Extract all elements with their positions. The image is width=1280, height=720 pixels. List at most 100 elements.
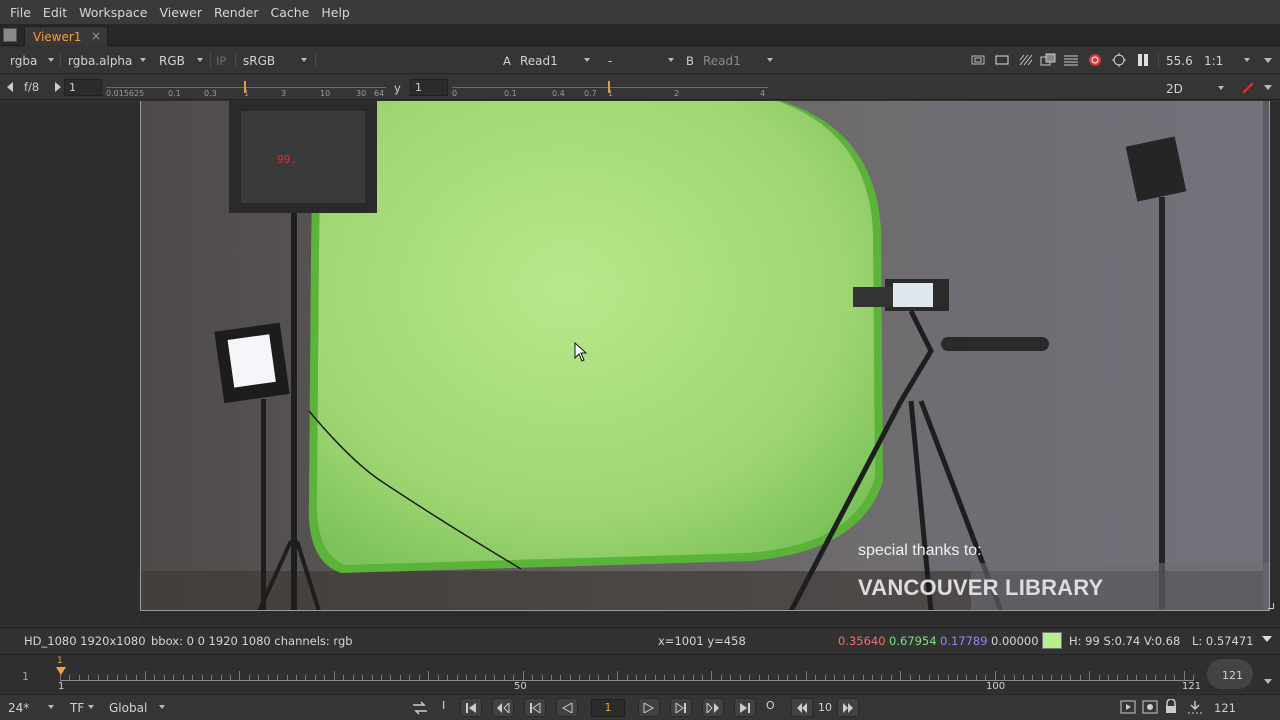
chevron-down-icon[interactable] xyxy=(1264,679,1272,684)
timeline-tick xyxy=(1165,675,1166,680)
timecode-format-dropdown[interactable]: TF xyxy=(64,698,98,717)
chevron-down-icon[interactable] xyxy=(1264,58,1272,63)
a-input-label: A xyxy=(503,54,511,68)
tick-label: 10 xyxy=(320,89,331,98)
alpha-channel-dropdown[interactable]: rgba.alpha xyxy=(62,51,150,70)
mouse-cursor-icon xyxy=(574,342,588,362)
menu-viewer[interactable]: Viewer xyxy=(153,5,208,20)
menu-render[interactable]: Render xyxy=(208,5,265,20)
fps-dropdown[interactable]: 24* xyxy=(2,698,58,717)
timeline-tick xyxy=(268,675,269,680)
colorspace-dropdown[interactable]: RGB xyxy=(153,51,207,70)
set-in-point-button[interactable]: I xyxy=(442,699,445,712)
next-keyframe-button[interactable] xyxy=(702,698,724,717)
timeline-tick xyxy=(1089,671,1090,680)
chevron-down-icon xyxy=(668,58,674,62)
menu-cache[interactable]: Cache xyxy=(264,5,315,20)
loop-mode-icon[interactable] xyxy=(410,700,430,716)
timeline-tick xyxy=(447,675,448,680)
timeline-tick xyxy=(353,675,354,680)
b-input-dropdown[interactable]: Read1 xyxy=(697,51,777,70)
flipbook-icon[interactable] xyxy=(1120,700,1136,714)
end-frame-field[interactable]: 121 xyxy=(1214,699,1254,717)
timeline-tick xyxy=(1014,675,1015,680)
play-forward-button[interactable] xyxy=(638,698,660,717)
timeline-tick xyxy=(173,675,174,680)
chevron-down-icon[interactable] xyxy=(1264,85,1272,90)
timeline-track[interactable] xyxy=(60,663,1194,683)
view-mode-dropdown[interactable]: 2D xyxy=(1160,79,1228,98)
viewer-lut-dropdown[interactable]: sRGB xyxy=(237,51,311,70)
frame-range-dropdown[interactable]: Global xyxy=(103,698,169,717)
timeline-tick xyxy=(759,675,760,680)
gamma-slider[interactable]: 0 0.1 0.4 0.7 1 2 4 xyxy=(452,78,768,98)
viewer-canvas[interactable]: 99. special thanks to: VANCOUVER LIBRARY xyxy=(0,101,1280,625)
skip-back-increment-button[interactable] xyxy=(791,698,813,717)
previous-keyframe-button[interactable] xyxy=(492,698,514,717)
channels-value: rgba xyxy=(10,53,38,68)
fstop-value: f/8 xyxy=(24,80,40,94)
clipping-warning-icon[interactable] xyxy=(1087,53,1103,67)
roi-icon[interactable] xyxy=(970,53,986,67)
fps-value: 24* xyxy=(8,700,30,715)
timeline[interactable]: 1 1 50 100 121 1 121 xyxy=(0,654,1280,693)
proxy-dropdown[interactable]: 1:1 xyxy=(1198,51,1254,70)
lock-icon[interactable] xyxy=(1164,699,1178,714)
zoom-value[interactable]: 55.6 xyxy=(1160,51,1200,70)
compare-icon[interactable] xyxy=(1040,53,1056,67)
timeline-tick xyxy=(202,675,203,680)
tab-viewer1[interactable]: Viewer1 × xyxy=(24,26,108,46)
timeline-baseline xyxy=(60,680,1194,681)
a-input-dropdown[interactable]: Read1 xyxy=(514,51,594,70)
timeline-tick xyxy=(1108,675,1109,680)
tick-label: 4 xyxy=(760,89,766,98)
timeline-tick xyxy=(249,675,250,680)
fstop-increase-icon[interactable] xyxy=(54,82,62,92)
compare-operation-dropdown[interactable]: - xyxy=(602,51,678,70)
pause-icon[interactable] xyxy=(1135,53,1151,67)
fstop-decrease-icon[interactable] xyxy=(6,82,14,92)
playhead-marker[interactable] xyxy=(56,667,66,675)
layers-icon[interactable] xyxy=(1063,53,1079,67)
timeline-tick xyxy=(1136,675,1137,680)
timeline-tick xyxy=(136,675,137,680)
safe-area-icon[interactable] xyxy=(994,53,1010,67)
tick-label: 30 xyxy=(356,89,367,98)
menu-file[interactable]: File xyxy=(4,5,37,20)
menu-help[interactable]: Help xyxy=(315,5,356,20)
paint-icon[interactable] xyxy=(1241,81,1255,95)
current-frame-field[interactable]: 1 xyxy=(591,699,625,717)
timeline-tick xyxy=(475,675,476,680)
chevron-down-icon[interactable] xyxy=(1262,636,1272,642)
timeline-tick xyxy=(721,675,722,680)
credits-subtitle: special thanks to: xyxy=(858,542,982,559)
timeline-tick xyxy=(183,675,184,680)
previous-frame-button[interactable] xyxy=(524,698,546,717)
skip-start-icon xyxy=(466,702,476,713)
set-out-point-button[interactable]: O xyxy=(766,699,775,712)
timeline-options-icon[interactable] xyxy=(1186,699,1204,715)
next-frame-button[interactable] xyxy=(670,698,692,717)
go-to-start-button[interactable] xyxy=(460,698,482,717)
close-icon[interactable]: × xyxy=(91,29,101,43)
channels-dropdown[interactable]: rgba xyxy=(4,51,58,70)
gl-render-icon[interactable] xyxy=(1111,53,1127,67)
gain-slider[interactable]: 0.015625 0.1 0.3 1 3 10 30 64 xyxy=(106,78,386,98)
go-to-end-button[interactable] xyxy=(734,698,756,717)
menu-edit[interactable]: Edit xyxy=(37,5,73,20)
skip-forward-increment-button[interactable] xyxy=(837,698,859,717)
pane-menu-icon[interactable] xyxy=(3,28,17,42)
gamma-field[interactable]: 1 xyxy=(410,79,448,96)
input-process-toggle[interactable]: IP xyxy=(216,54,226,68)
menu-workspace[interactable]: Workspace xyxy=(73,5,153,20)
credits-title: VANCOUVER LIBRARY xyxy=(858,575,1104,600)
wipe-icon[interactable] xyxy=(1018,53,1034,67)
timeline-tick xyxy=(107,675,108,680)
gain-field[interactable]: 1 xyxy=(64,79,102,96)
play-backward-button[interactable] xyxy=(556,698,578,717)
record-icon[interactable] xyxy=(1142,700,1158,714)
timeline-tick xyxy=(324,675,325,680)
timeline-tick xyxy=(79,675,80,680)
frame-increment-field[interactable]: 10 xyxy=(813,699,837,717)
next-keyframe-icon xyxy=(706,702,719,713)
